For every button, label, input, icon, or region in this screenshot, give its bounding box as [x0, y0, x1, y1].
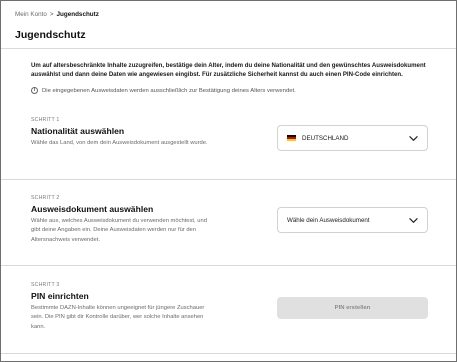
step-divider — [1, 179, 456, 180]
breadcrumb-account-link[interactable]: Mein Konto — [15, 11, 47, 18]
step-description: Wähle das Land, von dem dein Ausweisdoku… — [31, 140, 208, 146]
nationality-value: DEUTSCHLAND — [302, 134, 349, 142]
chevron-down-icon — [409, 135, 418, 141]
breadcrumb: Mein Konto > Jugendschutz — [15, 11, 99, 18]
germany-flag-icon — [287, 134, 296, 142]
chevron-down-icon — [409, 217, 418, 223]
step-number: SCHRITT 2 — [31, 195, 60, 201]
bottom-divider — [1, 353, 456, 354]
info-note: i Die eingegebenen Ausweisdaten werden a… — [31, 87, 296, 94]
info-note-text: Die eingegebenen Ausweisdaten werden aus… — [42, 87, 296, 94]
step-number: SCHRITT 1 — [31, 117, 60, 123]
age-verification-page: Mein Konto > Jugendschutz Jugendschutz U… — [0, 0, 457, 362]
step-description: Bestimmte DAZN-Inhalte können ungeeignet… — [31, 305, 205, 330]
id-document-placeholder: Wähle dein Ausweisdokument — [287, 216, 370, 224]
page-title: Jugendschutz — [15, 29, 86, 41]
step-number: SCHRITT 3 — [31, 282, 60, 288]
step-description: Wähle aus, welches Ausweisdokument du ve… — [31, 218, 207, 243]
id-document-select[interactable]: Wähle dein Ausweisdokument — [277, 207, 428, 233]
breadcrumb-separator: > — [49, 11, 54, 18]
create-pin-button[interactable]: PIN erstellen — [277, 297, 428, 319]
title-divider — [1, 48, 456, 49]
breadcrumb-current: Jugendschutz — [56, 11, 99, 18]
intro-text: Um auf altersbeschränkte Inhalte zuzugre… — [31, 62, 426, 79]
step-divider — [1, 265, 456, 266]
nationality-select[interactable]: DEUTSCHLAND — [277, 125, 428, 151]
info-circle-icon: i — [31, 87, 38, 94]
